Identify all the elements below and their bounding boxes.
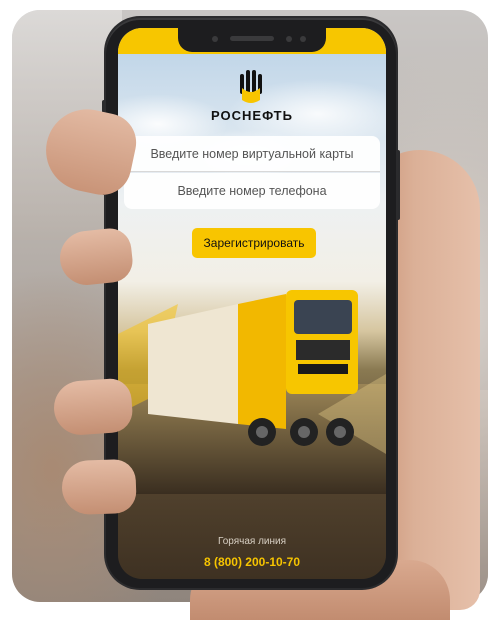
phone-notch bbox=[178, 28, 326, 52]
truck-illustration bbox=[118, 290, 386, 494]
hand-finger bbox=[52, 377, 134, 437]
hotline-number-link[interactable]: 8 (800) 200-10-70 bbox=[118, 555, 386, 569]
brand-name: РОСНЕФТЬ bbox=[211, 108, 293, 123]
hotline-label: Горячая линия bbox=[217, 536, 287, 547]
phone-number-input[interactable]: Введите номер телефона bbox=[124, 173, 380, 209]
rosneft-logo-icon bbox=[118, 70, 386, 106]
app-screen: РОСНЕФТЬ Введите номер виртуальной карты… bbox=[118, 28, 386, 579]
hand-finger bbox=[61, 458, 137, 516]
register-button[interactable]: Зарегистрировать bbox=[192, 228, 316, 258]
virtual-card-input[interactable]: Введите номер виртуальной карты bbox=[124, 136, 380, 172]
